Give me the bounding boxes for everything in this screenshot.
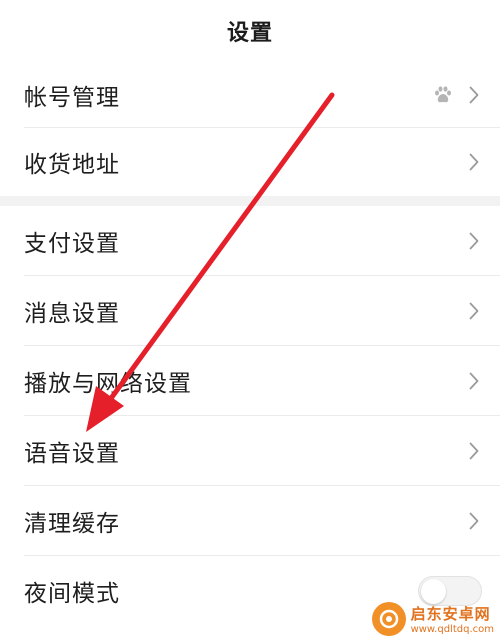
settings-item-label: 收货地址 xyxy=(24,152,120,178)
settings-item-voice[interactable]: 语音设置 xyxy=(0,416,500,486)
watermark-name: 启东安卓网 xyxy=(410,605,491,623)
chevron-right-icon xyxy=(466,439,482,463)
settings-item-label: 支付设置 xyxy=(24,231,120,257)
settings-item-payment[interactable]: 支付设置 xyxy=(0,206,500,276)
settings-item-clear-cache[interactable]: 清理缓存 xyxy=(0,486,500,556)
chevron-right-icon xyxy=(466,150,482,174)
top-bar: 设置 xyxy=(0,0,500,62)
settings-item-address[interactable]: 收货地址 xyxy=(0,128,500,196)
settings-item-label: 播放与网络设置 xyxy=(24,371,192,397)
toggle-knob xyxy=(421,579,446,604)
chevron-right-icon xyxy=(466,509,482,533)
section-divider xyxy=(0,196,500,206)
settings-item-label: 夜间模式 xyxy=(24,581,120,607)
watermark: 启东安卓网 www.qdltdq.com xyxy=(371,602,494,636)
settings-item-label: 消息设置 xyxy=(24,301,120,327)
baidu-bear-icon xyxy=(432,84,454,106)
chevron-right-icon xyxy=(466,369,482,393)
chevron-right-icon xyxy=(466,299,482,323)
settings-item-playback-network[interactable]: 播放与网络设置 xyxy=(0,346,500,416)
watermark-logo-icon xyxy=(371,602,406,636)
settings-item-message[interactable]: 消息设置 xyxy=(0,276,500,346)
settings-item-label: 帐号管理 xyxy=(24,85,120,111)
chevron-right-icon xyxy=(466,229,482,253)
settings-item-account[interactable]: 帐号管理 xyxy=(0,62,500,128)
watermark-url: www.qdltdq.com xyxy=(410,624,494,635)
page-title: 设置 xyxy=(226,21,273,46)
settings-item-label: 语音设置 xyxy=(24,441,120,467)
watermark-text: 启东安卓网 www.qdltdq.com xyxy=(411,603,494,635)
settings-item-label: 清理缓存 xyxy=(24,511,120,537)
chevron-right-icon xyxy=(466,83,482,107)
